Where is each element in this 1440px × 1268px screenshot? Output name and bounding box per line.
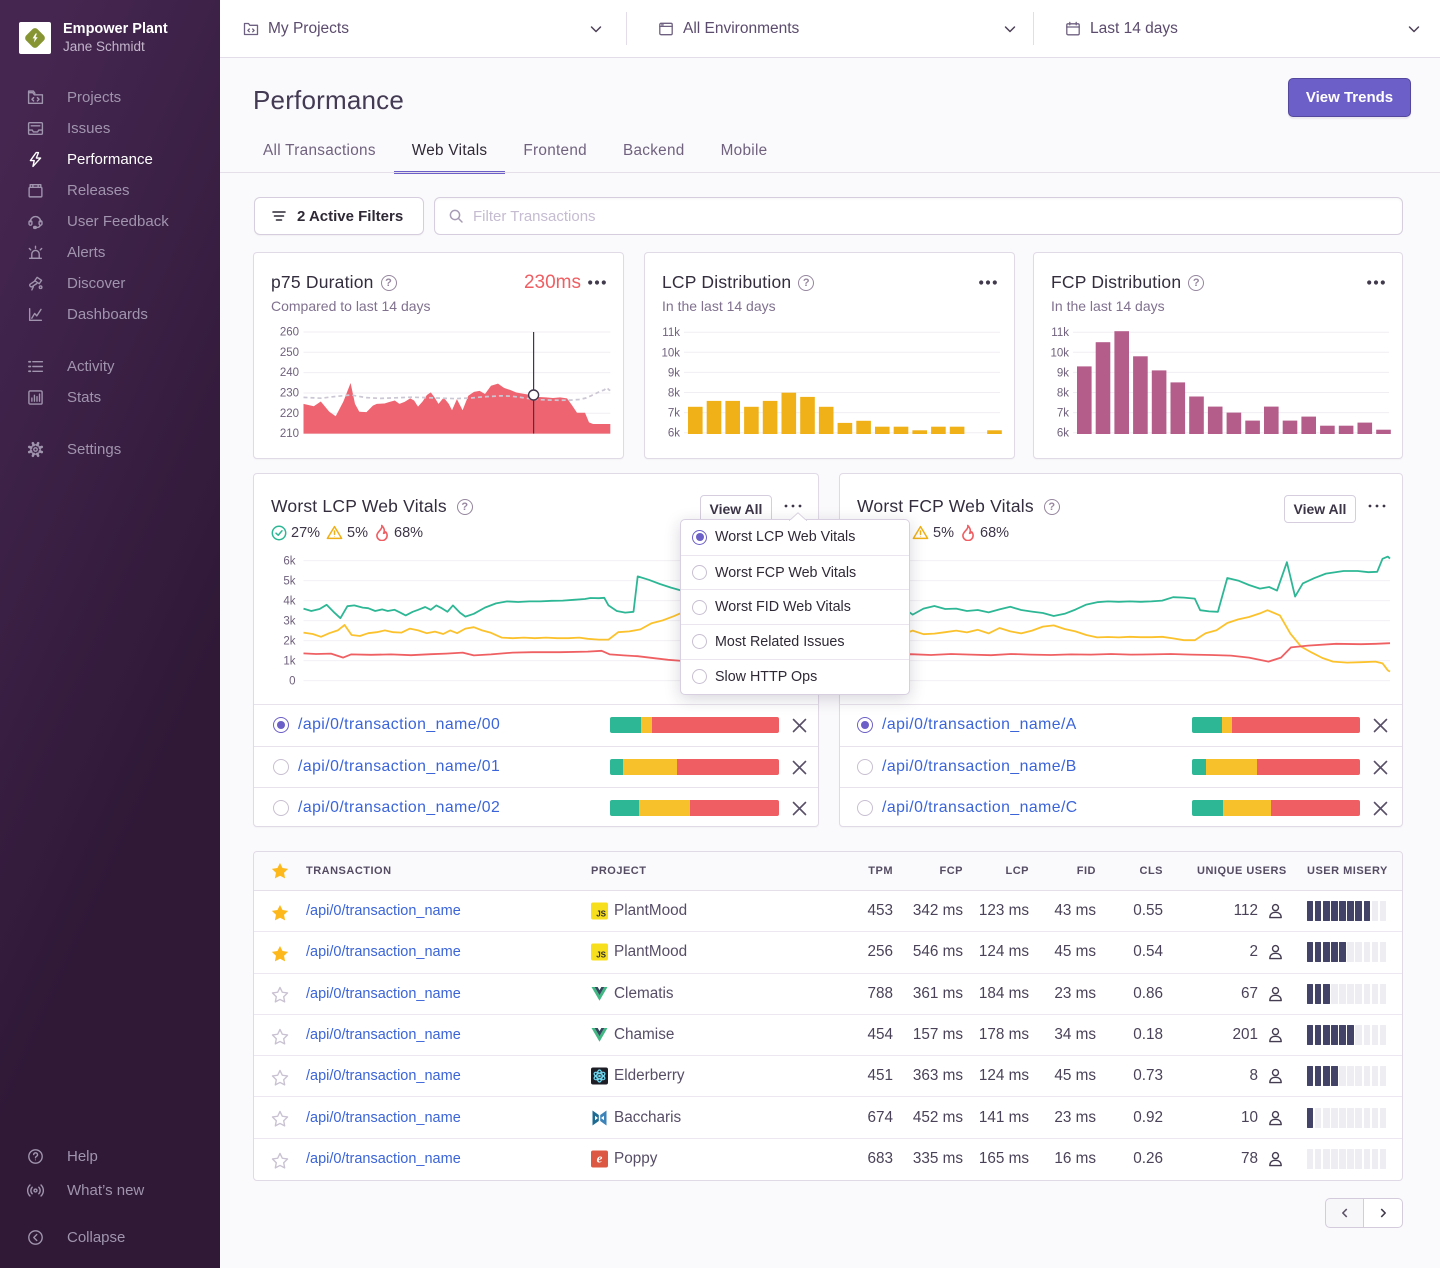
svg-text:8k: 8k bbox=[668, 388, 680, 400]
svg-text:9k: 9k bbox=[668, 367, 680, 379]
svg-text:260: 260 bbox=[280, 327, 299, 339]
svg-text:2k: 2k bbox=[283, 636, 295, 648]
svg-text:250: 250 bbox=[280, 347, 299, 359]
svg-text:3k: 3k bbox=[283, 616, 295, 628]
svg-text:6k: 6k bbox=[1057, 428, 1069, 440]
svg-text:210: 210 bbox=[280, 428, 299, 440]
svg-text:1k: 1k bbox=[283, 656, 295, 668]
svg-text:11k: 11k bbox=[662, 327, 680, 339]
svg-text:0: 0 bbox=[289, 676, 295, 688]
svg-text:220: 220 bbox=[280, 408, 299, 420]
svg-text:11k: 11k bbox=[1051, 327, 1069, 339]
svg-text:6k: 6k bbox=[283, 556, 295, 568]
svg-text:9k: 9k bbox=[1057, 367, 1069, 379]
svg-text:230: 230 bbox=[280, 388, 299, 400]
svg-text:4k: 4k bbox=[283, 596, 295, 608]
svg-text:6k: 6k bbox=[668, 428, 680, 440]
svg-text:5k: 5k bbox=[283, 576, 295, 588]
svg-text:240: 240 bbox=[280, 367, 299, 379]
svg-text:7k: 7k bbox=[1057, 408, 1069, 420]
svg-text:7k: 7k bbox=[668, 408, 680, 420]
svg-text:10k: 10k bbox=[1050, 347, 1069, 359]
svg-text:8k: 8k bbox=[1057, 388, 1069, 400]
svg-text:10k: 10k bbox=[661, 347, 680, 359]
